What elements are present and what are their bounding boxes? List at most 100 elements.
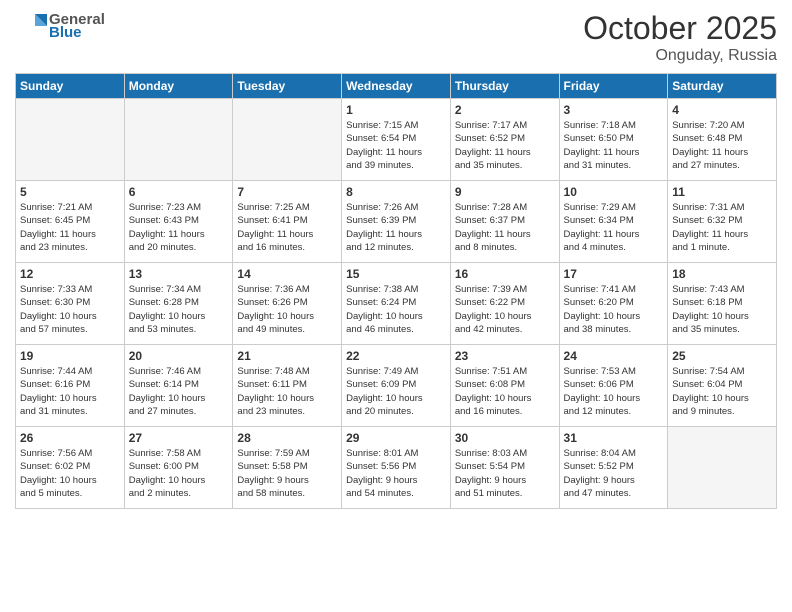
day-number: 1: [346, 103, 446, 117]
col-friday: Friday: [559, 74, 668, 99]
calendar-week-2: 5 Sunrise: 7:21 AM Sunset: 6:45 PM Daylig…: [16, 181, 777, 263]
day-info: Sunrise: 7:48 AM Sunset: 6:11 PM Dayligh…: [237, 365, 337, 418]
day-info: Sunrise: 7:56 AM Sunset: 6:02 PM Dayligh…: [20, 447, 120, 500]
day-number: 22: [346, 349, 446, 363]
calendar-cell: 28 Sunrise: 7:59 AM Sunset: 5:58 PM Dayli…: [233, 427, 342, 509]
day-info: Sunrise: 7:46 AM Sunset: 6:14 PM Dayligh…: [129, 365, 229, 418]
day-info: Sunrise: 7:51 AM Sunset: 6:08 PM Dayligh…: [455, 365, 555, 418]
day-number: 23: [455, 349, 555, 363]
calendar-cell: [233, 99, 342, 181]
day-info: Sunrise: 7:21 AM Sunset: 6:45 PM Dayligh…: [20, 201, 120, 254]
calendar-cell: 31Sunrise: 8:04 AM Sunset: 5:52 PM Dayli…: [559, 427, 668, 509]
calendar-week-5: 26 Sunrise: 7:56 AM Sunset: 6:02 PM Dayli…: [16, 427, 777, 509]
day-number: 25: [672, 349, 772, 363]
day-info: Sunrise: 7:29 AM Sunset: 6:34 PM Dayligh…: [564, 201, 664, 254]
col-monday: Monday: [124, 74, 233, 99]
calendar-cell: 29 Sunrise: 8:01 AM Sunset: 5:56 PM Dayli…: [342, 427, 451, 509]
day-info: Sunrise: 7:33 AM Sunset: 6:30 PM Dayligh…: [20, 283, 120, 336]
day-number: 29: [346, 431, 446, 445]
calendar-cell: 7 Sunrise: 7:25 AM Sunset: 6:41 PM Daylig…: [233, 181, 342, 263]
day-info: Sunrise: 8:01 AM Sunset: 5:56 PM Dayligh…: [346, 447, 446, 500]
day-info: Sunrise: 7:25 AM Sunset: 6:41 PM Dayligh…: [237, 201, 337, 254]
day-info: Sunrise: 7:43 AM Sunset: 6:18 PM Dayligh…: [672, 283, 772, 336]
month-year: October 2025: [583, 10, 777, 47]
day-number: 12: [20, 267, 120, 281]
col-tuesday: Tuesday: [233, 74, 342, 99]
day-number: 5: [20, 185, 120, 199]
calendar-week-3: 12 Sunrise: 7:33 AM Sunset: 6:30 PM Dayli…: [16, 263, 777, 345]
day-number: 7: [237, 185, 337, 199]
calendar: Sunday Monday Tuesday Wednesday Thursday…: [15, 73, 777, 509]
day-number: 27: [129, 431, 229, 445]
day-info: Sunrise: 7:31 AM Sunset: 6:32 PM Dayligh…: [672, 201, 772, 254]
day-number: 4: [672, 103, 772, 117]
day-info: Sunrise: 7:28 AM Sunset: 6:37 PM Dayligh…: [455, 201, 555, 254]
day-number: 18: [672, 267, 772, 281]
col-saturday: Saturday: [668, 74, 777, 99]
day-info: Sunrise: 8:03 AM Sunset: 5:54 PM Dayligh…: [455, 447, 555, 500]
day-info: Sunrise: 7:49 AM Sunset: 6:09 PM Dayligh…: [346, 365, 446, 418]
calendar-cell: 3 Sunrise: 7:18 AM Sunset: 6:50 PM Daylig…: [559, 99, 668, 181]
day-number: 10: [564, 185, 664, 199]
day-number: 17: [564, 267, 664, 281]
day-number: 15: [346, 267, 446, 281]
day-info: Sunrise: 7:18 AM Sunset: 6:50 PM Dayligh…: [564, 119, 664, 172]
day-number: 30: [455, 431, 555, 445]
calendar-cell: 5 Sunrise: 7:21 AM Sunset: 6:45 PM Daylig…: [16, 181, 125, 263]
day-number: 3: [564, 103, 664, 117]
title-area: October 2025 Onguday, Russia: [583, 10, 777, 65]
day-number: 11: [672, 185, 772, 199]
calendar-cell: 30 Sunrise: 8:03 AM Sunset: 5:54 PM Dayli…: [450, 427, 559, 509]
day-number: 31: [564, 431, 664, 445]
day-info: Sunrise: 7:59 AM Sunset: 5:58 PM Dayligh…: [237, 447, 337, 500]
calendar-cell: 4Sunrise: 7:20 AM Sunset: 6:48 PM Daylig…: [668, 99, 777, 181]
day-number: 8: [346, 185, 446, 199]
calendar-cell: 21 Sunrise: 7:48 AM Sunset: 6:11 PM Dayli…: [233, 345, 342, 427]
calendar-cell: [668, 427, 777, 509]
day-info: Sunrise: 7:54 AM Sunset: 6:04 PM Dayligh…: [672, 365, 772, 418]
day-info: Sunrise: 7:39 AM Sunset: 6:22 PM Dayligh…: [455, 283, 555, 336]
day-info: Sunrise: 7:41 AM Sunset: 6:20 PM Dayligh…: [564, 283, 664, 336]
calendar-week-1: 1 Sunrise: 7:15 AM Sunset: 6:54 PM Daylig…: [16, 99, 777, 181]
col-sunday: Sunday: [16, 74, 125, 99]
calendar-cell: 23 Sunrise: 7:51 AM Sunset: 6:08 PM Dayli…: [450, 345, 559, 427]
day-info: Sunrise: 7:26 AM Sunset: 6:39 PM Dayligh…: [346, 201, 446, 254]
calendar-cell: [124, 99, 233, 181]
calendar-cell: [16, 99, 125, 181]
calendar-cell: 24Sunrise: 7:53 AM Sunset: 6:06 PM Dayli…: [559, 345, 668, 427]
location: Onguday, Russia: [583, 47, 777, 65]
day-number: 2: [455, 103, 555, 117]
logo: General Blue: [15, 10, 105, 42]
calendar-cell: 1 Sunrise: 7:15 AM Sunset: 6:54 PM Daylig…: [342, 99, 451, 181]
day-info: Sunrise: 7:15 AM Sunset: 6:54 PM Dayligh…: [346, 119, 446, 172]
calendar-cell: 17 Sunrise: 7:41 AM Sunset: 6:20 PM Dayli…: [559, 263, 668, 345]
col-wednesday: Wednesday: [342, 74, 451, 99]
day-info: Sunrise: 7:58 AM Sunset: 6:00 PM Dayligh…: [129, 447, 229, 500]
day-number: 19: [20, 349, 120, 363]
day-info: Sunrise: 7:34 AM Sunset: 6:28 PM Dayligh…: [129, 283, 229, 336]
day-number: 16: [455, 267, 555, 281]
day-info: Sunrise: 7:23 AM Sunset: 6:43 PM Dayligh…: [129, 201, 229, 254]
calendar-cell: 11 Sunrise: 7:31 AM Sunset: 6:32 PM Dayli…: [668, 181, 777, 263]
calendar-cell: 15 Sunrise: 7:38 AM Sunset: 6:24 PM Dayli…: [342, 263, 451, 345]
calendar-cell: 20Sunrise: 7:46 AM Sunset: 6:14 PM Dayli…: [124, 345, 233, 427]
logo-icon: [15, 10, 47, 42]
day-info: Sunrise: 7:38 AM Sunset: 6:24 PM Dayligh…: [346, 283, 446, 336]
page: General Blue October 2025 Onguday, Russi…: [0, 0, 792, 612]
day-number: 9: [455, 185, 555, 199]
day-number: 26: [20, 431, 120, 445]
day-number: 28: [237, 431, 337, 445]
day-number: 21: [237, 349, 337, 363]
day-number: 6: [129, 185, 229, 199]
day-number: 24: [564, 349, 664, 363]
calendar-cell: 2 Sunrise: 7:17 AM Sunset: 6:52 PM Daylig…: [450, 99, 559, 181]
day-number: 14: [237, 267, 337, 281]
calendar-cell: 9 Sunrise: 7:28 AM Sunset: 6:37 PM Daylig…: [450, 181, 559, 263]
calendar-cell: 25 Sunrise: 7:54 AM Sunset: 6:04 PM Dayli…: [668, 345, 777, 427]
day-info: Sunrise: 7:17 AM Sunset: 6:52 PM Dayligh…: [455, 119, 555, 172]
day-info: Sunrise: 7:36 AM Sunset: 6:26 PM Dayligh…: [237, 283, 337, 336]
header: General Blue October 2025 Onguday, Russi…: [15, 10, 777, 65]
calendar-cell: 14 Sunrise: 7:36 AM Sunset: 6:26 PM Dayli…: [233, 263, 342, 345]
calendar-week-4: 19Sunrise: 7:44 AM Sunset: 6:16 PM Dayli…: [16, 345, 777, 427]
calendar-cell: 27 Sunrise: 7:58 AM Sunset: 6:00 PM Dayli…: [124, 427, 233, 509]
